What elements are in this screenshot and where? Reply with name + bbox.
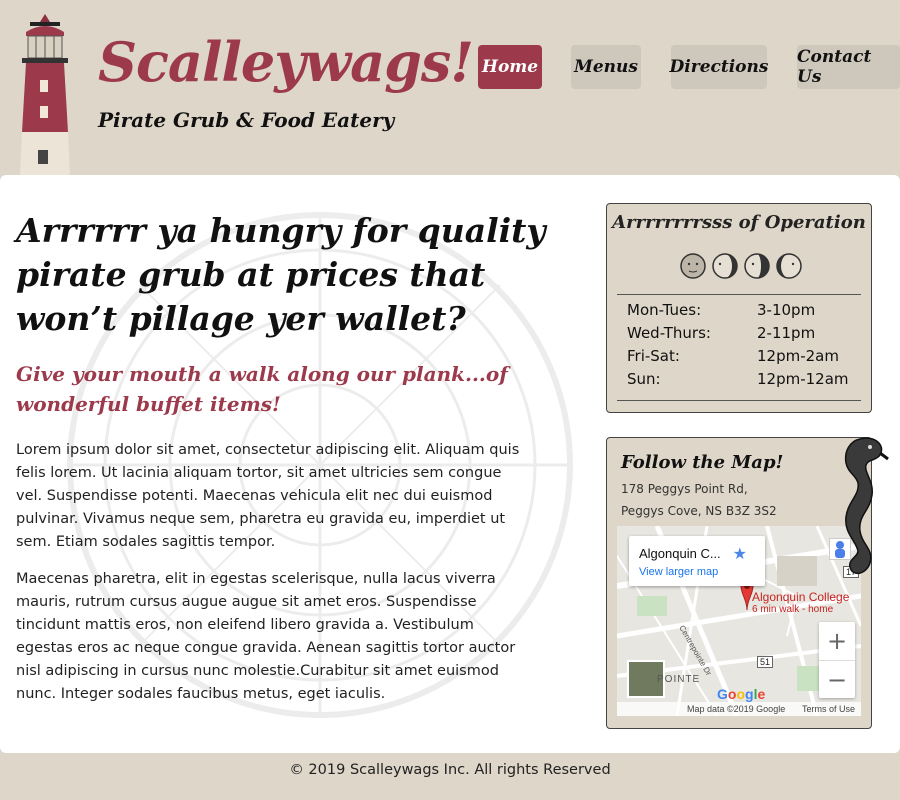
zoom-out-button[interactable]: − [819,660,855,698]
nav-menus-button[interactable]: Menus [571,45,641,89]
body-paragraph: Maecenas pharetra, elit in egestas scele… [16,571,516,702]
nav-contact-button[interactable]: Contact Us [797,45,900,89]
waning-moon-icon [712,253,738,279]
map-info-card: Algonquin C... ★ View larger map [629,536,765,586]
brand-title: Scalleywags! [98,30,474,94]
embedded-map[interactable]: Algonquin C... ★ View larger map 17 Algo… [617,526,861,716]
brand-subtitle: Pirate Grub & Food Eatery [98,108,395,132]
moon-phases-icons [679,252,803,284]
map-area-label: POINTE [657,674,701,685]
nav-home-button[interactable]: Home [478,45,542,89]
hours-time: 12pm-2am [757,347,839,365]
lighthouse-logo [20,14,70,175]
hours-title: Arrrrrrrrsss of Operation [612,212,866,233]
map-place-name: Algonquin College [752,590,850,604]
map-place-walk: 6 min walk - home [752,604,834,615]
quarter-moon-icon [744,253,770,279]
seahorse-icon [844,437,889,575]
hours-day: Mon-Tues: [627,301,702,319]
map-title: Follow the Map! [621,452,784,473]
hours-day: Sun: [627,370,661,388]
site-footer: © 2019 Scalleywags Inc. All rights Reser… [289,762,611,778]
body-paragraph: Lorem ipsum dolor sit amet, consectetur … [16,442,520,550]
address-line: Peggys Cove, NS B3Z 3S2 [621,504,777,518]
address-line: 178 Peggys Point Rd, [621,482,748,496]
google-logo: Google [717,686,766,702]
map-attribution: Map data ©2019 Google Terms of Use [617,702,861,716]
map-data-credit: Map data ©2019 Google [687,704,786,714]
hours-divider [617,400,861,401]
main-content: Arrrrrr ya hungry for quality pirate gru… [0,175,900,753]
nav-directions-button[interactable]: Directions [670,45,768,89]
hours-time: 3-10pm [757,301,816,319]
full-moon-icon [680,253,706,279]
hours-day: Wed-Thurs: [627,324,711,342]
hours-time: 12pm-12am [757,370,849,388]
site-header: Scalleywags! Pirate Grub & Food Eatery H… [0,0,900,175]
star-icon[interactable]: ★ [733,544,747,563]
hours-divider [617,294,861,295]
map-card-name: Algonquin C... [639,546,721,561]
road-shield: 51 [757,656,774,668]
terms-of-use-link[interactable]: Terms of Use [802,704,855,714]
hours-panel: Arrrrrrrrsss of Operation Mon-Tues: 3-10… [606,203,872,413]
hours-time: 2-11pm [757,324,816,342]
hours-day: Fri-Sat: [627,347,680,365]
view-larger-map-link[interactable]: View larger map [639,566,718,578]
page-headline: Arrrrrr ya hungry for quality pirate gru… [16,211,546,338]
zoom-in-button[interactable]: + [819,622,855,660]
map-zoom-controls: + − [819,622,855,698]
page-subheadline: Give your mouth a walk along our plank..… [16,362,508,416]
crescent-moon-icon [776,253,802,279]
